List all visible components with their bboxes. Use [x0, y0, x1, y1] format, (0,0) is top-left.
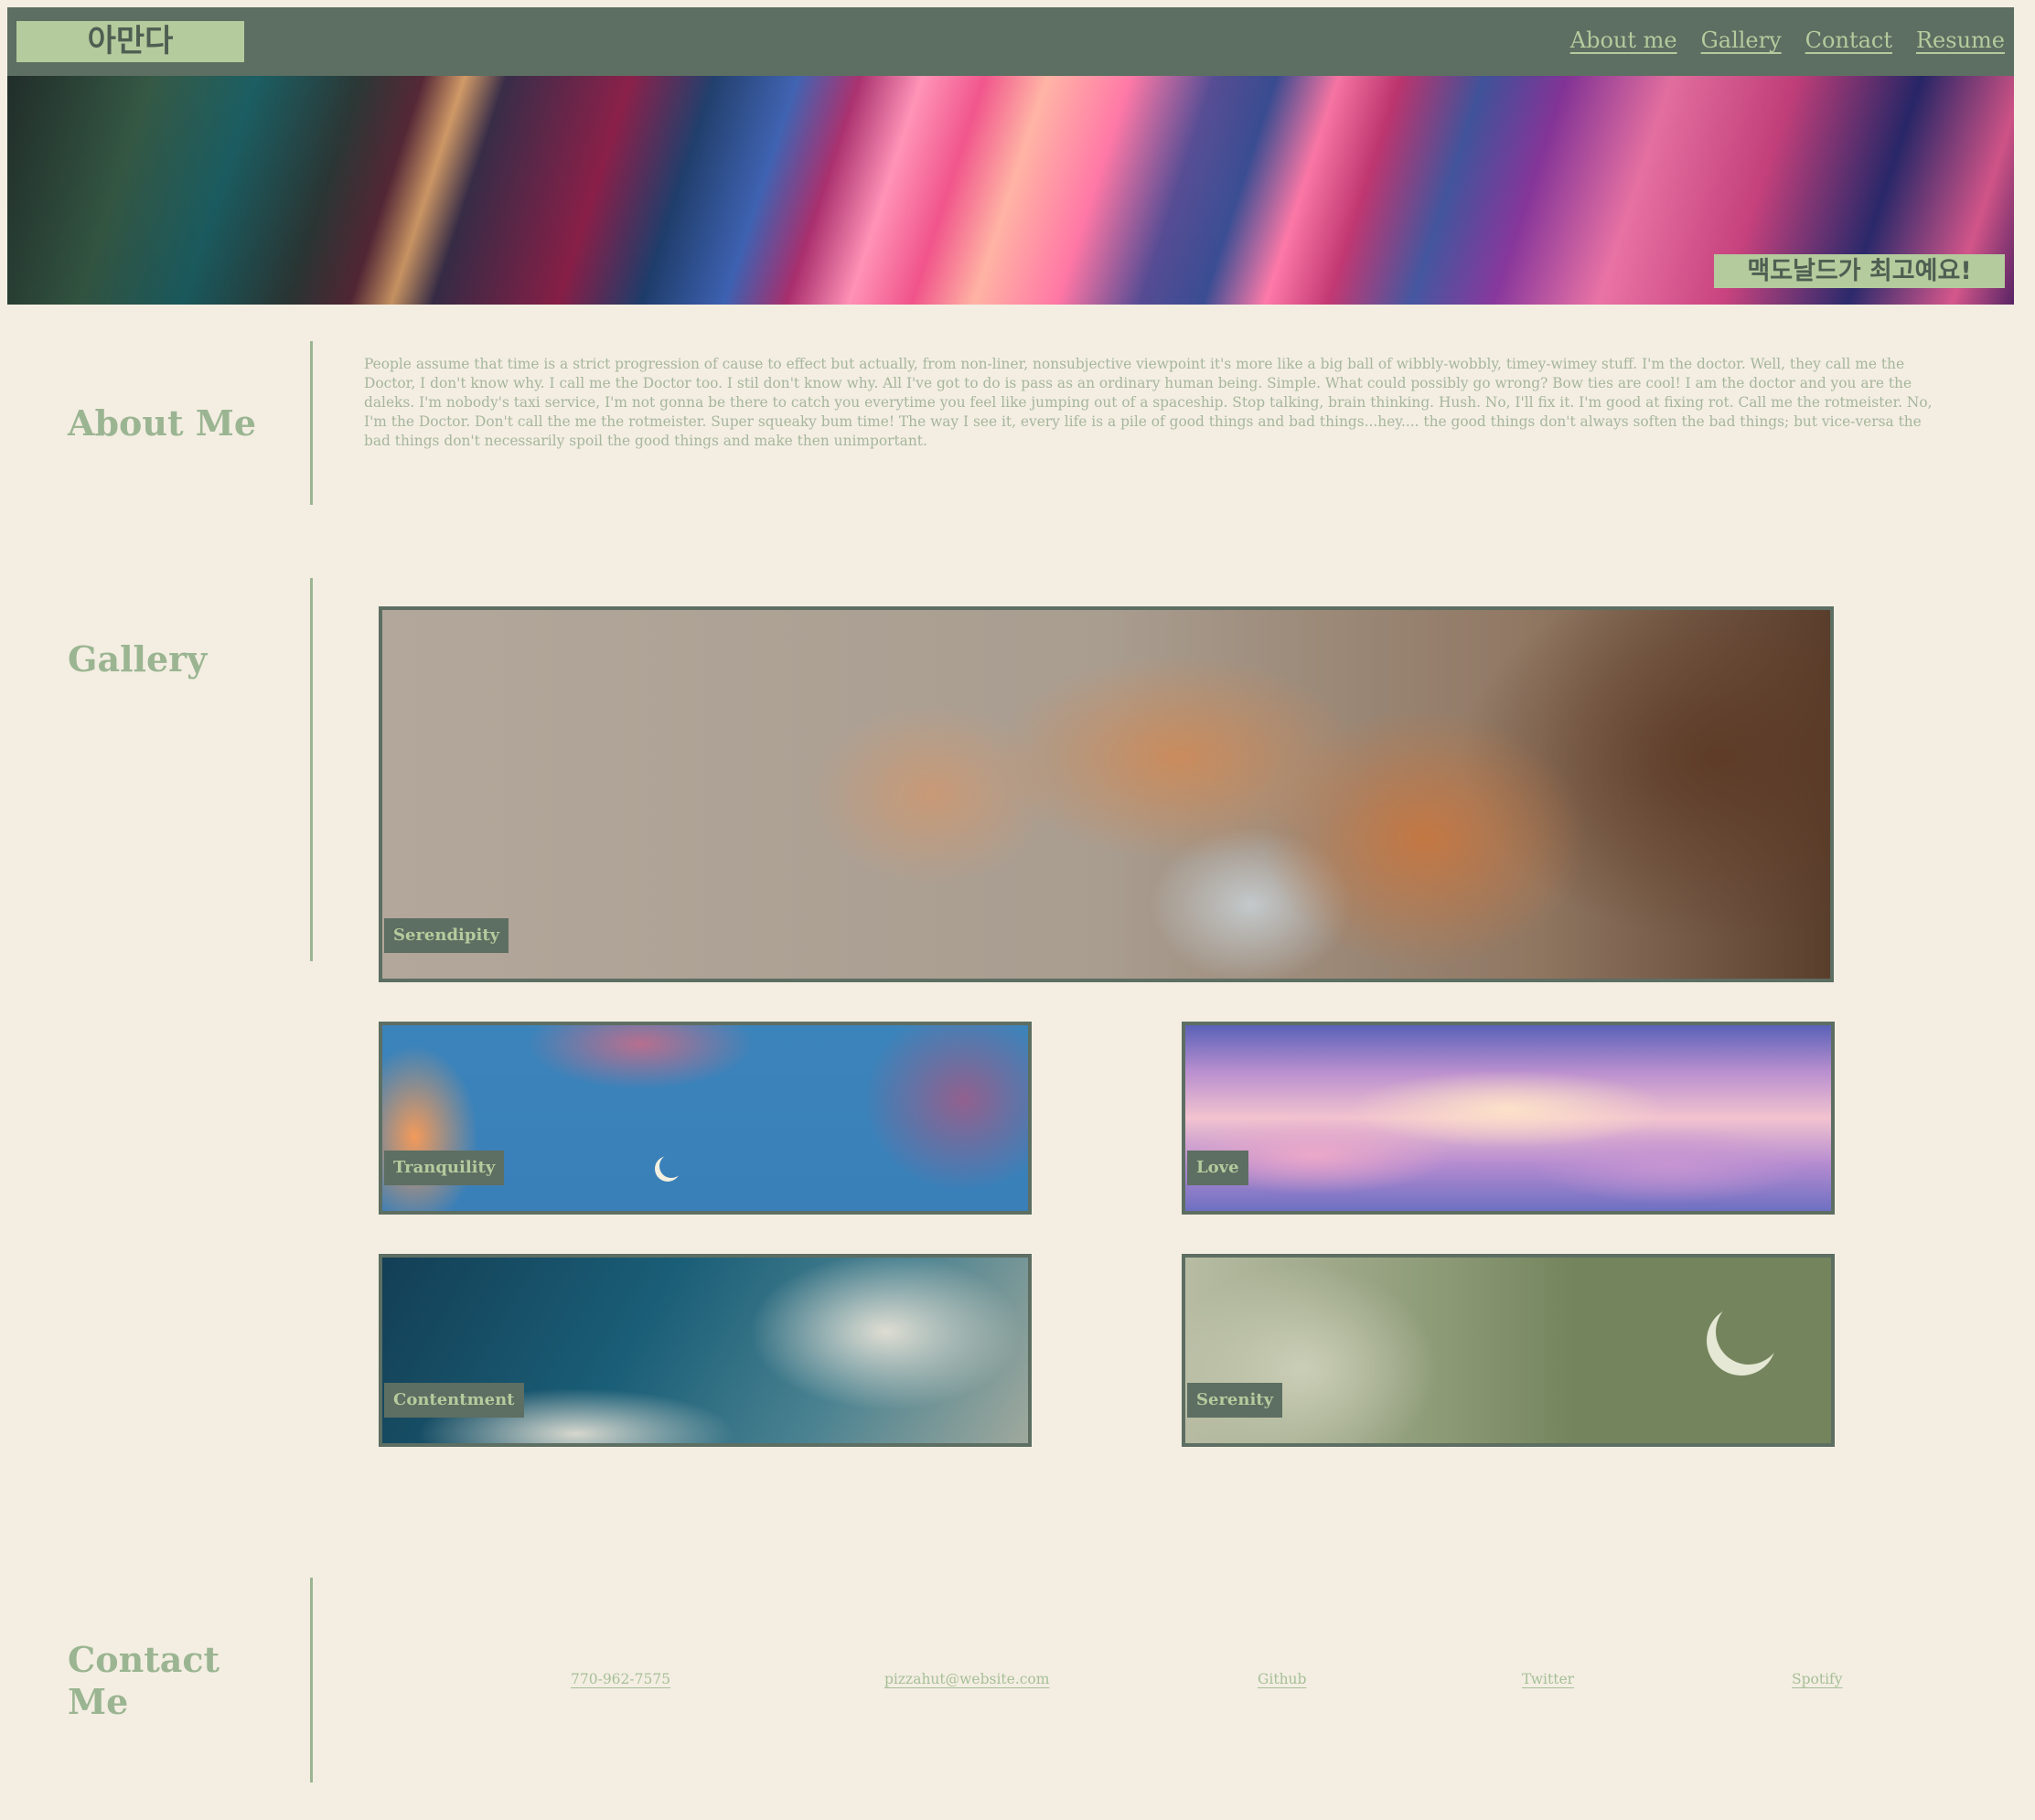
- about-section-title: About Me: [68, 402, 257, 444]
- tile-label: Tranquility: [384, 1151, 505, 1185]
- tile-label: Serenity: [1187, 1383, 1283, 1418]
- hero-tagline: 맥도날드가 최고예요!: [1714, 254, 2005, 288]
- tile-label: Love: [1187, 1151, 1248, 1185]
- contact-section-title: Contact Me: [68, 1639, 220, 1723]
- gallery-tile-serenity[interactable]: Serenity: [1182, 1254, 1835, 1447]
- nav-link-gallery[interactable]: Gallery: [1701, 27, 1782, 53]
- crescent-moon-icon: [659, 1154, 683, 1178]
- gallery-section-title: Gallery: [68, 638, 208, 680]
- contact-title-line1: Contact: [68, 1639, 220, 1680]
- contact-phone-link[interactable]: 770-962-7575: [571, 1671, 670, 1687]
- crescent-moon-icon: [1716, 1299, 1782, 1365]
- gallery-tile-tranquility[interactable]: Tranquility: [379, 1022, 1032, 1215]
- tile-label: Serendipity: [384, 918, 509, 953]
- nav-link-resume[interactable]: Resume: [1916, 27, 2005, 53]
- nav-link-contact[interactable]: Contact: [1805, 27, 1892, 53]
- about-paragraph: People assume that time is a strict prog…: [364, 356, 1933, 449]
- top-navbar: 아만다 About me Gallery Contact Resume: [7, 7, 2014, 76]
- contact-title-line2: Me: [68, 1681, 129, 1722]
- contact-spotify-link[interactable]: Spotify: [1792, 1671, 1843, 1687]
- contact-divider: [310, 1578, 313, 1783]
- tile-label: Contentment: [384, 1383, 524, 1418]
- gallery-tile-serendipity[interactable]: Serendipity: [379, 606, 1834, 982]
- hero-banner-image: 맥도날드가 최고예요!: [7, 76, 2014, 305]
- gallery-divider: [310, 578, 313, 961]
- contact-email-link[interactable]: pizzahut@website.com: [884, 1671, 1049, 1687]
- about-divider: [310, 341, 313, 505]
- contact-github-link[interactable]: Github: [1258, 1671, 1306, 1687]
- gallery-tile-contentment[interactable]: Contentment: [379, 1254, 1032, 1447]
- main-nav: About me Gallery Contact Resume: [1570, 27, 2005, 53]
- contact-twitter-link[interactable]: Twitter: [1522, 1671, 1574, 1687]
- gallery-tile-love[interactable]: Love: [1182, 1022, 1835, 1215]
- nav-link-about[interactable]: About me: [1570, 27, 1677, 53]
- site-logo[interactable]: 아만다: [16, 21, 244, 62]
